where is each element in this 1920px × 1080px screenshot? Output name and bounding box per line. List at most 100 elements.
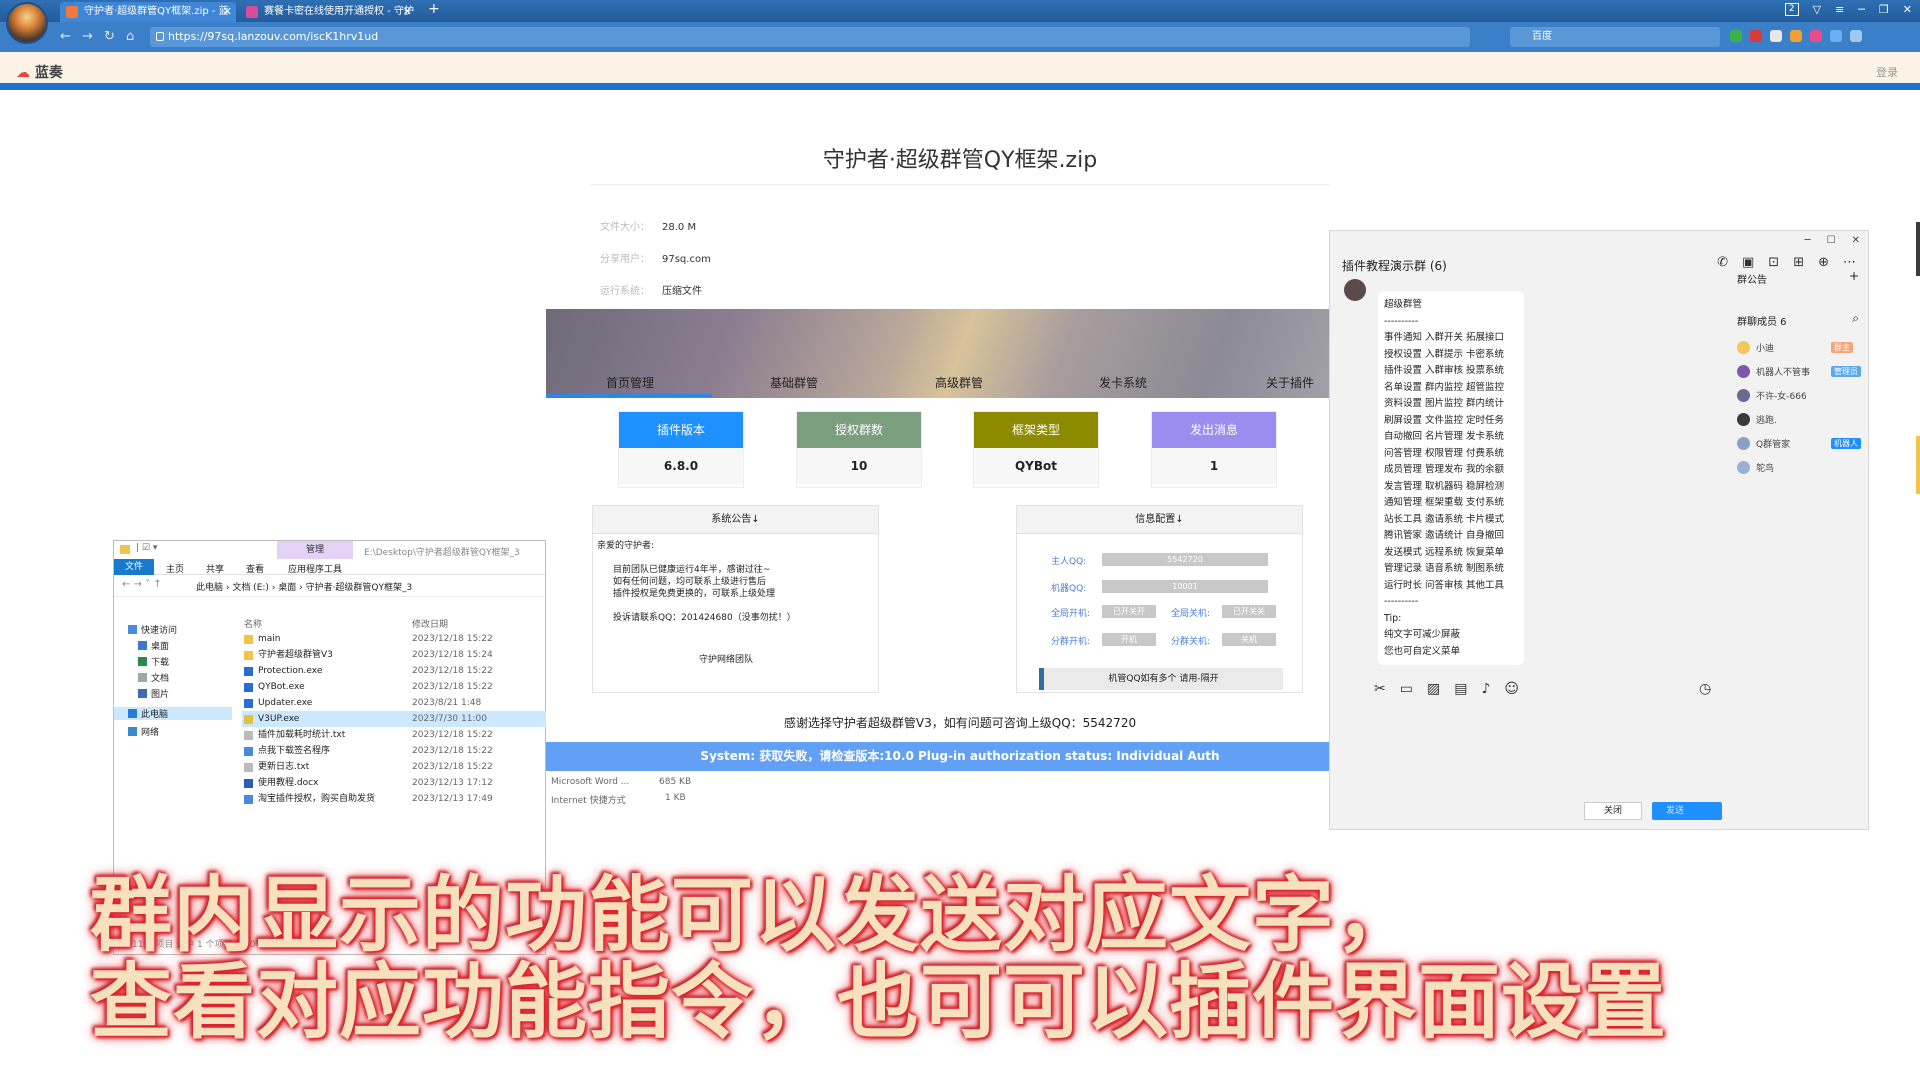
window-controls: ─ ☐ ✕ xyxy=(1805,235,1860,246)
file-row[interactable]: 使用教程.docx 2023/12/13 17:12 xyxy=(242,775,547,791)
member-item[interactable]: Q群管家 机器人 xyxy=(1737,437,1861,453)
sidebar-item-downloads[interactable]: 下载 xyxy=(138,655,169,668)
browser-tab[interactable]: 赛餐卡密在线使用开通授权 - 守护 ✕ xyxy=(240,2,416,22)
nav-arrows[interactable]: ← → ˅ ↑ xyxy=(122,579,162,590)
sidebar-item-network[interactable]: 网络 xyxy=(128,725,159,738)
ribbon-tab-view[interactable]: 查看 xyxy=(246,562,264,575)
browser-logo[interactable] xyxy=(6,2,48,44)
shirt-icon[interactable]: ▽ xyxy=(1813,3,1821,16)
meta-key: 分享用户： xyxy=(600,254,650,265)
tab-basic[interactable]: 基础群管 xyxy=(770,374,818,391)
folder-icon[interactable]: ▭ xyxy=(1400,681,1413,697)
ribbon-tab-file[interactable]: 文件 xyxy=(114,559,154,575)
explorer-address-bar[interactable]: ← → ˅ ↑ 此电脑 › 文档 (E:) › 桌面 › 守护者·超级群管QY框… xyxy=(114,575,545,597)
file-row[interactable]: 更新日志.txt 2023/12/18 15:22 xyxy=(242,759,547,775)
meta-row: 运行系统： 压缩文件 xyxy=(600,282,702,297)
sidebar-item-this-pc[interactable]: 此电脑 xyxy=(114,707,232,720)
close-button[interactable]: 关闭 xyxy=(1584,802,1642,820)
phone-icon[interactable]: ✆ xyxy=(1717,255,1728,270)
member-item[interactable]: 不许-女-666 xyxy=(1737,389,1807,405)
send-button[interactable]: 发送 xyxy=(1652,802,1722,820)
more-icon[interactable]: ⋯ xyxy=(1843,255,1856,270)
microphone-icon[interactable]: ♪ xyxy=(1481,681,1490,697)
panel-title: 信息配置↓ xyxy=(1017,506,1302,534)
tab-card-system[interactable]: 发卡系统 xyxy=(1099,374,1147,391)
member-item[interactable]: 鸵鸟 xyxy=(1737,461,1774,477)
bot-qq-input[interactable]: 10001 xyxy=(1102,580,1268,593)
file-name: 使用教程.docx xyxy=(258,778,319,788)
extension-icon[interactable] xyxy=(1850,30,1862,42)
extension-icon[interactable] xyxy=(1790,30,1802,42)
manage-tab[interactable]: 管理 xyxy=(277,541,353,559)
master-qq-input[interactable]: 5542720 xyxy=(1102,553,1268,566)
maximize-icon[interactable]: ❐ xyxy=(1879,3,1889,16)
new-tab-button[interactable]: + xyxy=(428,1,440,17)
apps-icon[interactable]: ⊞ xyxy=(1793,255,1804,270)
home-icon[interactable]: ⌂ xyxy=(126,29,134,44)
extension-icon[interactable] xyxy=(1770,30,1782,42)
member-item[interactable]: 机器人不管事 管理员 xyxy=(1737,365,1861,381)
screen-share-icon[interactable]: ⊡ xyxy=(1768,255,1779,270)
breadcrumb[interactable]: 此电脑 › 文档 (E:) › 桌面 › 守护者·超级群管QY框架_3 xyxy=(196,580,412,593)
sidebar-item-pictures[interactable]: 图片 xyxy=(138,687,169,700)
plus-icon[interactable]: + xyxy=(1849,269,1859,283)
tab-advanced[interactable]: 高级群管 xyxy=(935,374,983,391)
group-off-button[interactable]: 关机 xyxy=(1222,633,1276,646)
box-icon[interactable]: ▤ xyxy=(1454,681,1467,697)
tab-close-icon[interactable]: ✕ xyxy=(223,2,232,22)
tab-about[interactable]: 关于插件 xyxy=(1266,374,1314,391)
close-icon[interactable]: ✕ xyxy=(1852,235,1860,246)
group-on-button[interactable]: 开机 xyxy=(1102,633,1156,646)
column-date[interactable]: 修改日期 xyxy=(412,617,448,630)
ribbon-tab-share[interactable]: 共享 xyxy=(206,562,224,575)
column-name[interactable]: 名称 xyxy=(244,617,262,630)
robot-icon[interactable]: ☺ xyxy=(1504,681,1519,697)
close-icon[interactable]: ✕ xyxy=(1903,3,1912,16)
ribbon-tab-home[interactable]: 主页 xyxy=(166,562,184,575)
back-icon[interactable]: ← xyxy=(60,29,71,44)
forward-icon[interactable]: → xyxy=(82,29,93,44)
tab-count-badge[interactable]: 2 xyxy=(1784,3,1799,16)
file-row[interactable]: 插件加载耗时统计.txt 2023/12/18 15:22 xyxy=(242,727,547,743)
search-icon[interactable]: ⌕ xyxy=(1852,311,1859,326)
tab-close-icon[interactable]: ✕ xyxy=(403,2,412,22)
history-clock-icon[interactable]: ◷ xyxy=(1699,681,1711,697)
minimize-icon[interactable]: ─ xyxy=(1805,235,1811,246)
extension-icon[interactable] xyxy=(1810,30,1822,42)
file-row[interactable]: 守护者超级群管V3 2023/12/18 15:24 xyxy=(242,647,547,663)
sidebar-item-quick-access[interactable]: 快速访问 xyxy=(128,623,177,636)
site-logo[interactable]: ☁ 蓝奏 xyxy=(16,62,63,82)
file-row[interactable]: V3UP.exe 2023/7/30 11:00 xyxy=(242,711,547,727)
file-row[interactable]: QYBot.exe 2023/12/18 15:22 xyxy=(242,679,547,695)
member-item[interactable]: 小迪 群主 xyxy=(1737,341,1853,357)
global-off-button[interactable]: 已开关关 xyxy=(1222,605,1276,618)
maximize-icon[interactable]: ☐ xyxy=(1827,235,1836,246)
file-row[interactable]: Protection.exe 2023/12/18 15:22 xyxy=(242,663,547,679)
browser-tab-active[interactable]: 守护者·超级群管QY框架.zip - 蓝 ✕ xyxy=(60,2,236,22)
extension-icon[interactable] xyxy=(1830,30,1842,42)
search-input[interactable]: 百度 xyxy=(1510,27,1720,47)
menu-icon[interactable]: ≡ xyxy=(1835,3,1844,16)
sidebar-item-documents[interactable]: 文档 xyxy=(138,671,169,684)
reload-icon[interactable]: ↻ xyxy=(104,29,115,44)
tab-home[interactable]: 首页管理 xyxy=(606,374,654,391)
global-on-button[interactable]: 已开关开 xyxy=(1102,605,1156,618)
login-link[interactable]: 登录 xyxy=(1876,64,1898,80)
url-input[interactable]: https://97sq.lanzouv.com/iscK1hrv1ud xyxy=(150,27,1470,47)
ribbon-tab-app-tools[interactable]: 应用程序工具 xyxy=(288,562,342,575)
scissors-icon[interactable]: ✂ xyxy=(1374,681,1386,697)
add-member-icon[interactable]: ⊕ xyxy=(1818,255,1829,270)
minimize-icon[interactable]: ─ xyxy=(1858,3,1865,16)
file-row[interactable]: 淘宝插件授权，购买自助发货 2023/12/13 17:49 xyxy=(242,791,547,807)
avatar[interactable] xyxy=(1344,279,1366,301)
announcement-title[interactable]: 群公告 xyxy=(1737,271,1767,286)
file-row[interactable]: 点我下载签名程序 2023/12/18 15:22 xyxy=(242,743,547,759)
file-row[interactable]: Updater.exe 2023/8/21 1:48 xyxy=(242,695,547,711)
sidebar-item-desktop[interactable]: 桌面 xyxy=(138,639,169,652)
extension-icon[interactable] xyxy=(1730,30,1742,42)
file-row[interactable]: main 2023/12/18 15:22 xyxy=(242,631,547,647)
image-icon[interactable]: ▨ xyxy=(1427,681,1440,697)
video-icon[interactable]: ▣ xyxy=(1742,255,1754,270)
extension-icon[interactable] xyxy=(1750,30,1762,42)
member-item[interactable]: 逃跑. xyxy=(1737,413,1777,429)
